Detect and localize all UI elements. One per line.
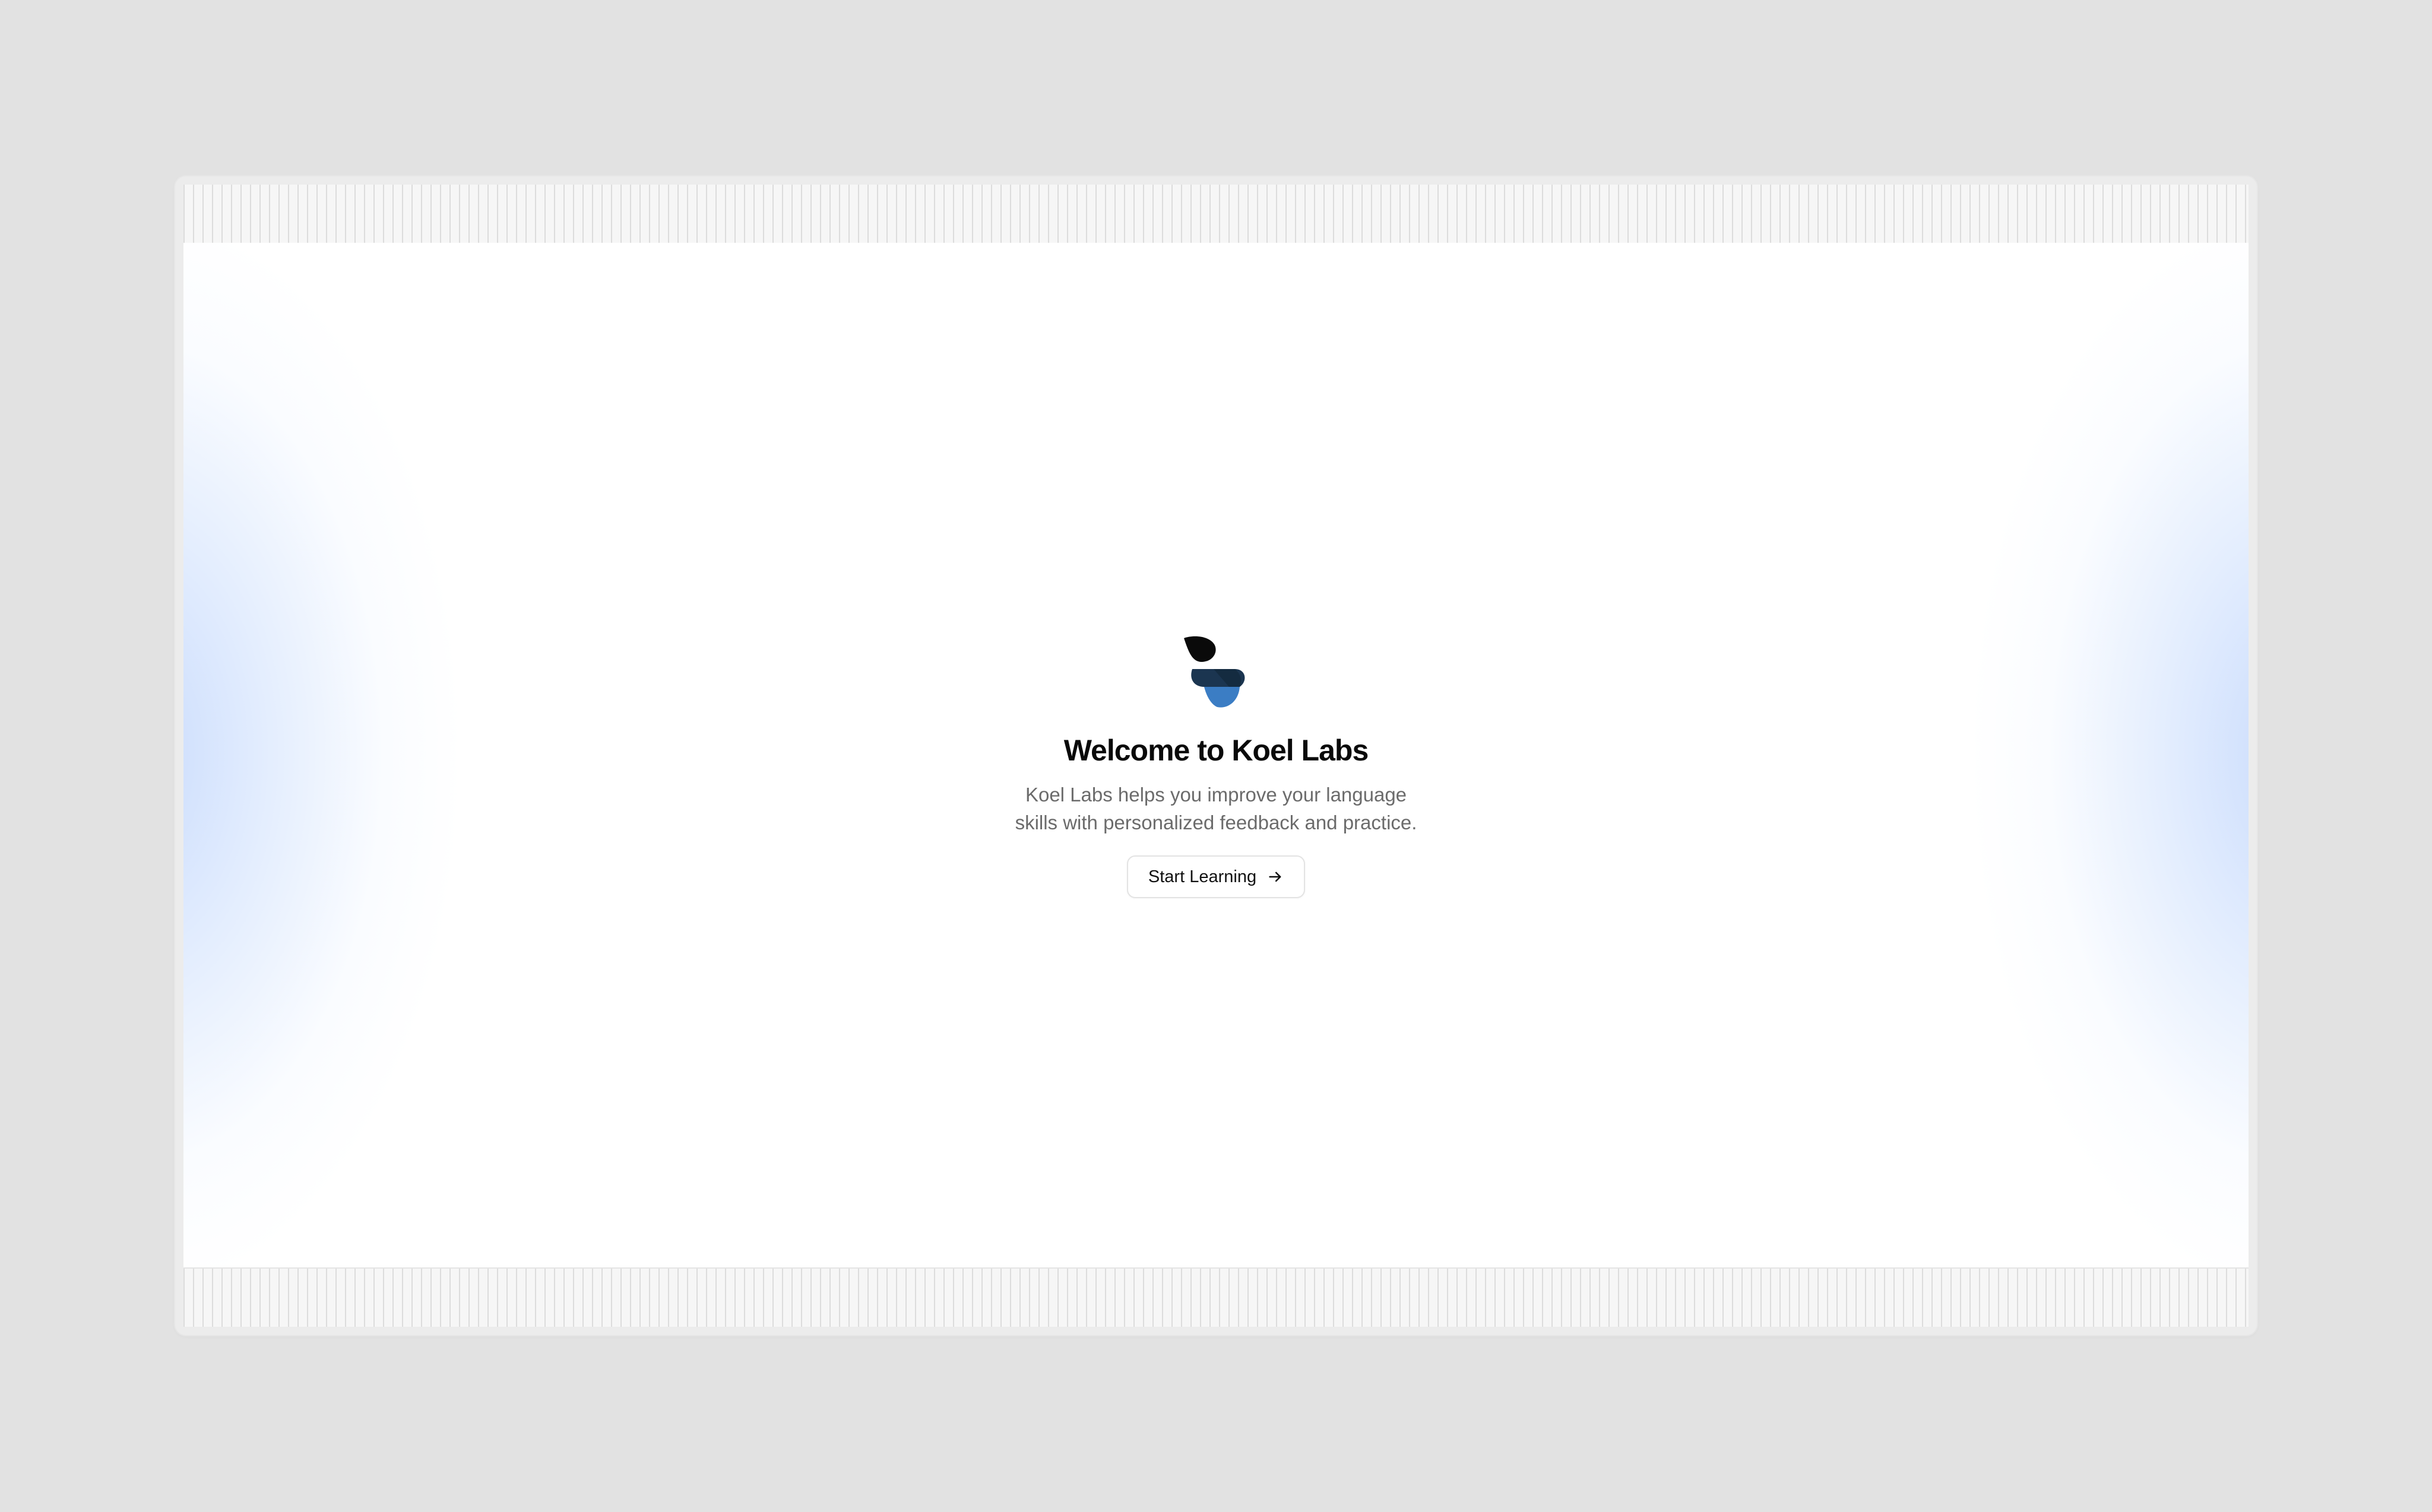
- page-title: Welcome to Koel Labs: [1063, 734, 1369, 767]
- bottom-striped-border: [183, 1267, 2249, 1327]
- top-striped-border: [183, 185, 2249, 244]
- page-subtitle: Koel Labs helps you improve your languag…: [1015, 784, 1417, 833]
- app-window: Welcome to Koel Labs Koel Labs helps you…: [175, 176, 2257, 1335]
- welcome-canvas: Welcome to Koel Labs Koel Labs helps you…: [183, 243, 2249, 1270]
- hero-section: Welcome to Koel Labs Koel Labs helps you…: [183, 635, 2249, 898]
- start-learning-button[interactable]: Start Learning: [1126, 855, 1306, 898]
- arrow-right-icon: [1269, 871, 1281, 882]
- koel-labs-logo-icon: [1184, 636, 1245, 708]
- start-learning-label: Start Learning: [1148, 867, 1257, 886]
